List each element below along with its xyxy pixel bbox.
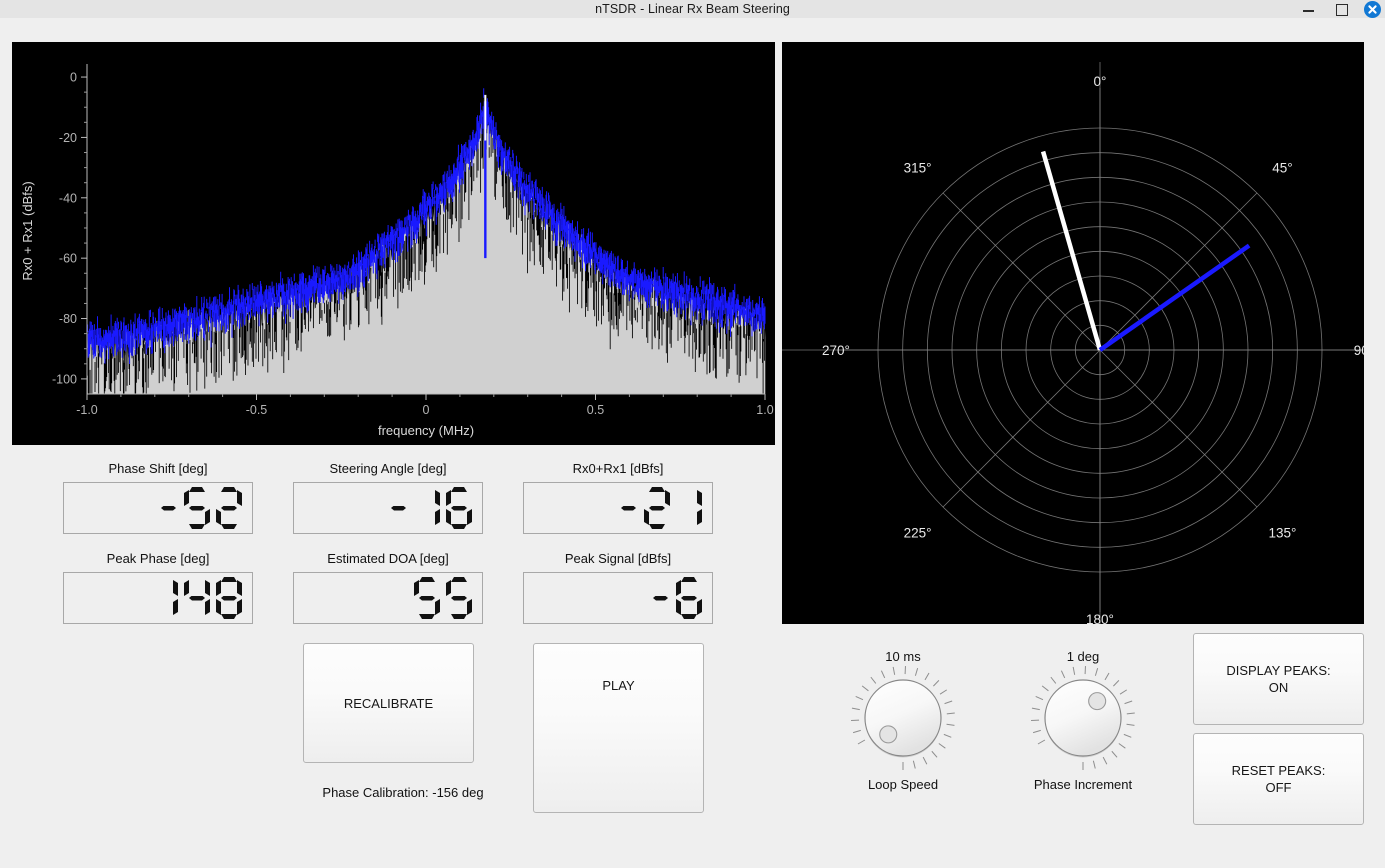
- loop-speed-dial-graphic[interactable]: [843, 666, 963, 770]
- lcd-segment-digit: [644, 487, 670, 529]
- loop-speed-dial[interactable]: [823, 666, 983, 770]
- readout-peak-signal: Peak Signal [dBfs]: [523, 550, 713, 624]
- svg-text:Rx0 + Rx1 (dBfs): Rx0 + Rx1 (dBfs): [20, 181, 35, 280]
- svg-text:135°: 135°: [1268, 525, 1296, 540]
- lcd-segment-digit: [676, 577, 702, 619]
- reset-peaks-label-line2: OFF: [1265, 780, 1292, 795]
- lcd-segment-digit: [216, 577, 242, 619]
- knob-loop-speed[interactable]: 10 ms Loop Speed: [823, 648, 983, 794]
- lcd-segment-digit: [184, 577, 210, 619]
- display-peaks-button-label: DISPLAY PEAKS: ON: [1226, 662, 1330, 696]
- polar-canvas: 0° 45° 90° 135° 180° 225° 270° 315°: [782, 42, 1364, 624]
- lcd-segment-digit: [184, 487, 210, 529]
- lcd-digits: [160, 487, 242, 529]
- lcd-segment-digit: [676, 487, 702, 529]
- svg-text:-60: -60: [59, 252, 77, 266]
- svg-text:-80: -80: [59, 312, 77, 326]
- svg-text:90°: 90°: [1354, 343, 1364, 358]
- readout-label: Phase Shift [deg]: [108, 461, 208, 476]
- lcd-digits: [414, 577, 472, 619]
- lcd-segment-digit: [216, 487, 242, 529]
- maximize-icon[interactable]: [1332, 0, 1350, 18]
- lcd-display-rx0-rx1: [523, 482, 713, 534]
- svg-text:-100: -100: [52, 372, 77, 386]
- phase-increment-dial[interactable]: [1003, 666, 1163, 770]
- svg-text:0: 0: [70, 71, 77, 85]
- svg-text:-20: -20: [59, 131, 77, 145]
- phase-increment-caption: Phase Increment: [1033, 777, 1133, 792]
- close-icon[interactable]: [1364, 0, 1381, 18]
- window-controls: [1300, 0, 1381, 18]
- lcd-segment-minus: [390, 487, 408, 529]
- svg-text:45°: 45°: [1272, 161, 1292, 176]
- lcd-digits: [652, 577, 702, 619]
- reset-peaks-button[interactable]: RESET PEAKS: OFF: [1193, 733, 1364, 825]
- window-title: nTSDR - Linear Rx Beam Steering: [595, 2, 790, 16]
- loop-speed-caption: Loop Speed: [867, 777, 939, 792]
- readout-estimated-doa: Estimated DOA [deg]: [293, 550, 483, 624]
- lcd-display-peak-phase: [63, 572, 253, 624]
- lcd-digits: [620, 487, 702, 529]
- readout-peak-phase: Peak Phase [deg]: [63, 550, 253, 624]
- readout-label: Estimated DOA [deg]: [327, 551, 449, 566]
- svg-text:-40: -40: [59, 191, 77, 205]
- lcd-segment-digit: [414, 577, 440, 619]
- svg-text:-1.0: -1.0: [76, 403, 98, 417]
- phase-increment-value: 1 deg: [1066, 649, 1100, 664]
- lcd-digits: [152, 577, 242, 619]
- svg-text:315°: 315°: [904, 161, 932, 176]
- phase-calibration-status: Phase Calibration: -156 deg: [322, 785, 484, 800]
- recalibrate-button[interactable]: RECALIBRATE: [303, 643, 474, 763]
- play-button-label: PLAY: [602, 677, 635, 693]
- lcd-digits: [390, 487, 472, 529]
- display-peaks-button[interactable]: DISPLAY PEAKS: ON: [1193, 633, 1364, 725]
- svg-text:frequency (MHz): frequency (MHz): [378, 423, 474, 438]
- recalibrate-button-label: RECALIBRATE: [343, 695, 434, 711]
- spectrum-plot: 0 -20 -40 -60 -80 -100 -1.0 -0.5 0 0.5 1.0 frequenc…: [12, 42, 775, 445]
- reset-peaks-label-line1: RESET PEAKS:: [1231, 763, 1326, 778]
- svg-text:0°: 0°: [1094, 74, 1107, 89]
- readout-label: Rx0+Rx1 [dBfs]: [572, 461, 664, 476]
- lcd-segment-minus: [620, 487, 638, 529]
- svg-text:0: 0: [423, 403, 430, 417]
- svg-text:270°: 270°: [822, 343, 850, 358]
- lcd-display-steering-angle: [293, 482, 483, 534]
- readout-label: Steering Angle [deg]: [329, 461, 447, 476]
- polar-plot: 0° 45° 90° 135° 180° 225° 270° 315°: [782, 42, 1364, 624]
- svg-text:1.0: 1.0: [756, 403, 773, 417]
- svg-text:-0.5: -0.5: [246, 403, 268, 417]
- reset-peaks-button-label: RESET PEAKS: OFF: [1232, 762, 1326, 796]
- readout-steering-angle: Steering Angle [deg]: [293, 460, 483, 534]
- display-peaks-label-line2: ON: [1268, 680, 1289, 695]
- lcd-segment-digit: [446, 487, 472, 529]
- readout-label: Peak Signal [dBfs]: [564, 551, 672, 566]
- lcd-display-phase-shift: [63, 482, 253, 534]
- lcd-segment-minus: [652, 577, 670, 619]
- readout-phase-shift: Phase Shift [deg]: [63, 460, 253, 534]
- play-button[interactable]: PLAY: [533, 643, 704, 813]
- lcd-segment-minus: [160, 487, 178, 529]
- readout-label: Peak Phase [deg]: [106, 551, 210, 566]
- lcd-segment-digit: [414, 487, 440, 529]
- lcd-display-estimated-doa: [293, 572, 483, 624]
- loop-speed-value: 10 ms: [885, 649, 921, 664]
- display-peaks-label-line1: DISPLAY PEAKS:: [1226, 663, 1331, 678]
- lcd-segment-digit: [446, 577, 472, 619]
- lcd-segment-digit: [152, 577, 178, 619]
- spectrum-canvas: 0 -20 -40 -60 -80 -100 -1.0 -0.5 0 0.5 1.0 frequenc…: [12, 42, 775, 445]
- knob-phase-increment[interactable]: 1 deg Phase Increment: [1003, 648, 1163, 794]
- phase-increment-dial-graphic[interactable]: [1023, 666, 1143, 770]
- readout-rx0-rx1: Rx0+Rx1 [dBfs]: [523, 460, 713, 534]
- window-title-bar: nTSDR - Linear Rx Beam Steering: [0, 0, 1385, 18]
- svg-text:180°: 180°: [1086, 612, 1114, 624]
- lcd-display-peak-signal: [523, 572, 713, 624]
- minimize-icon[interactable]: [1300, 0, 1318, 18]
- svg-text:225°: 225°: [904, 525, 932, 540]
- svg-text:0.5: 0.5: [587, 403, 604, 417]
